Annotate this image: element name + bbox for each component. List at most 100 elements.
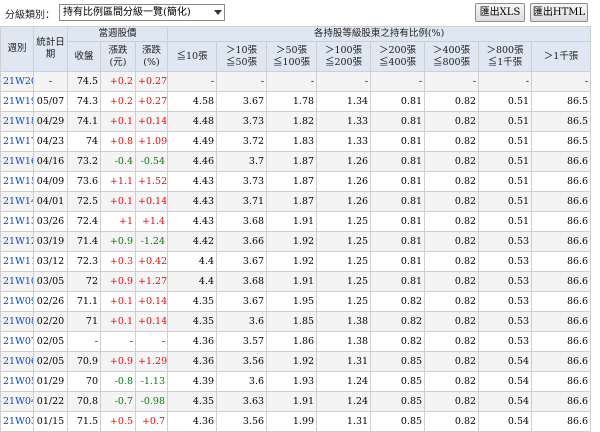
table-row: 21W1203/1971.4+0.9-1.244.423.661.921.250… [0,231,592,252]
header-level-1: ≦10張 [167,41,218,72]
category-select-value: 持有比例區間分級一覽(簡化) [63,7,191,18]
table-row: 21W1905/0774.3+0.2+0.274.583.671.781.340… [0,91,592,112]
level-6-cell: 0.82 [424,411,480,432]
close-cell: 74.5 [67,71,101,92]
change-cell: +1.1 [100,171,136,192]
level-7-cell: 0.51 [478,91,533,112]
level-6-cell: 0.82 [424,391,480,412]
stat-date-cell: 04/09 [33,171,68,192]
level-5-cell: 0.85 [370,391,426,412]
change-cell: +0.2 [100,91,136,112]
level-2-cell: 3.56 [216,351,268,372]
level-3-cell: 1.91 [266,211,318,232]
level-1-cell: 4.43 [167,171,218,192]
close-cell: 74 [67,131,101,152]
header-level-3: ＞50張≦100張 [266,41,318,72]
level-7-cell: 0.53 [478,331,533,352]
export-xls-button[interactable]: 匯出XLS [475,3,525,22]
change-cell: -0.4 [100,151,136,172]
close-cell: 72.4 [67,211,101,232]
level-3-cell: - [266,71,318,92]
level-6-cell: 0.82 [424,331,480,352]
chevron-down-icon [214,10,222,15]
close-cell: 70 [67,371,101,392]
level-3-cell: 1.87 [266,151,318,172]
level-2-cell: 3.66 [216,231,268,252]
change-pct-cell: +1.4 [134,211,169,232]
week-link[interactable]: 21W05 [0,371,34,392]
level-4-cell: 1.25 [316,291,372,312]
level-6-cell: 0.82 [424,371,480,392]
level-5-cell: 0.81 [370,111,426,132]
week-link[interactable]: 21W11 [0,251,34,272]
week-link[interactable]: 21W15 [0,171,34,192]
week-link[interactable]: 21W16 [0,151,34,172]
close-cell: 71.4 [67,231,101,252]
close-cell: 73.6 [67,171,101,192]
level-8-cell: 86.6 [531,151,592,172]
level-8-cell: 86.6 [531,311,592,332]
week-link[interactable]: 21W06 [0,351,34,372]
level-8-cell: 86.6 [531,231,592,252]
change-pct-cell: +1.52 [134,171,169,192]
change-pct-cell: +0.14 [134,191,169,212]
week-link[interactable]: 21W18 [0,111,34,132]
close-cell: 71.5 [67,411,101,432]
level-8-cell: 86.5 [531,131,592,152]
level-1-cell: 4.43 [167,211,218,232]
stat-date-cell: 04/01 [33,191,68,212]
level-3-cell: 1.87 [266,191,318,212]
level-1-cell: 4.36 [167,331,218,352]
week-link[interactable]: 21W20 [0,71,34,92]
change-pct-cell: +0.27 [134,91,169,112]
level-3-cell: 1.93 [266,371,318,392]
level-7-cell: 0.54 [478,411,533,432]
level-3-cell: 1.91 [266,391,318,412]
level-1-cell: 4.35 [167,311,218,332]
stat-date-cell: 04/23 [33,131,68,152]
week-link[interactable]: 21W08 [0,311,34,332]
level-2-cell: - [216,71,268,92]
week-link[interactable]: 21W13 [0,211,34,232]
week-link[interactable]: 21W19 [0,91,34,112]
level-1-cell: 4.35 [167,391,218,412]
level-6-cell: 0.82 [424,311,480,332]
header-week: 週別 [0,26,34,72]
change-pct-cell: +1.27 [134,271,169,292]
level-1-cell: 4.36 [167,411,218,432]
category-select[interactable]: 持有比例區間分級一覽(簡化) [59,4,225,21]
level-5-cell: 0.82 [370,331,426,352]
week-link[interactable]: 21W03 [0,411,34,432]
level-6-cell: 0.82 [424,91,480,112]
week-link[interactable]: 21W09 [0,291,34,312]
level-2-cell: 3.67 [216,91,268,112]
level-8-cell: - [531,71,592,92]
week-link[interactable]: 21W14 [0,191,34,212]
level-4-cell: 1.26 [316,191,372,212]
week-link[interactable]: 21W10 [0,271,34,292]
level-5-cell: 0.81 [370,131,426,152]
week-link[interactable]: 21W12 [0,231,34,252]
table-row: 21W20-74.5+0.2+0.27-------- [0,71,592,92]
table-row: 21W0802/2071+0.1+0.144.353.61.851.380.82… [0,311,592,332]
level-2-cell: 3.67 [216,251,268,272]
level-3-cell: 1.92 [266,251,318,272]
level-2-cell: 3.6 [216,371,268,392]
export-html-button[interactable]: 匯出HTML [530,3,588,22]
stat-date-cell: 05/07 [33,91,68,112]
level-4-cell: 1.31 [316,351,372,372]
table-row: 21W1704/2374+0.8+1.094.493.721.831.330.8… [0,131,592,152]
level-5-cell: 0.85 [370,411,426,432]
change-cell: +1 [100,211,136,232]
level-2-cell: 3.56 [216,411,268,432]
change-cell: -0.7 [100,391,136,412]
week-link[interactable]: 21W17 [0,131,34,152]
level-7-cell: - [478,71,533,92]
week-link[interactable]: 21W07 [0,331,34,352]
level-7-cell: 0.51 [478,171,533,192]
level-5-cell: 0.81 [370,91,426,112]
level-6-cell: 0.82 [424,351,480,372]
week-link[interactable]: 21W04 [0,391,34,412]
level-7-cell: 0.51 [478,191,533,212]
level-4-cell: 1.26 [316,171,372,192]
